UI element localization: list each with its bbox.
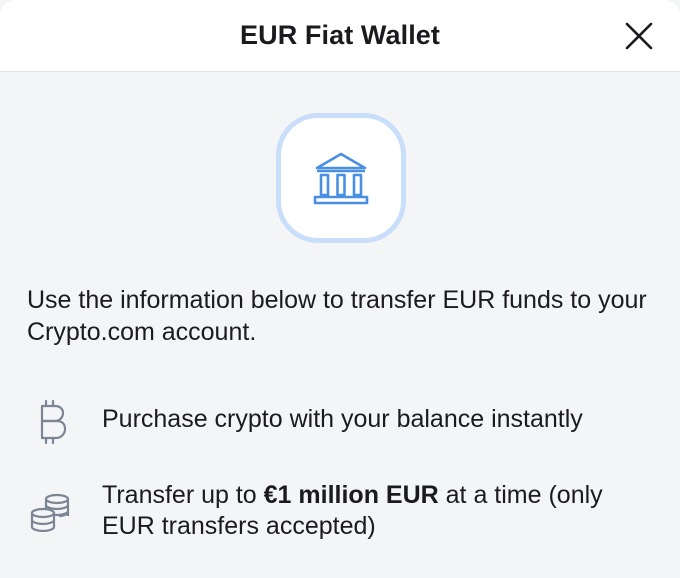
coins-icon	[27, 488, 75, 536]
bank-icon	[313, 152, 369, 205]
feature-text: Transfer up to €1 million EUR at a time …	[102, 480, 657, 542]
intro-text: Use the information below to transfer EU…	[27, 286, 647, 346]
bitcoin-icon	[27, 398, 75, 446]
bank-badge	[276, 113, 406, 243]
close-icon	[625, 22, 653, 50]
header: EUR Fiat Wallet	[0, 0, 680, 72]
page-title: EUR Fiat Wallet	[239, 20, 441, 50]
feature-text-bold: €1 million EUR	[263, 481, 439, 509]
close-button[interactable]	[624, 21, 654, 51]
feature-purchase: Purchase crypto with your balance instan…	[27, 398, 657, 446]
feature-text: Purchase crypto with your balance instan…	[102, 405, 583, 433]
feature-transfer: Transfer up to €1 million EUR at a time …	[27, 480, 657, 542]
feature-text-before: Transfer up to	[102, 481, 264, 509]
wallet-sheet: EUR Fiat Wallet Use the information belo…	[0, 0, 680, 578]
